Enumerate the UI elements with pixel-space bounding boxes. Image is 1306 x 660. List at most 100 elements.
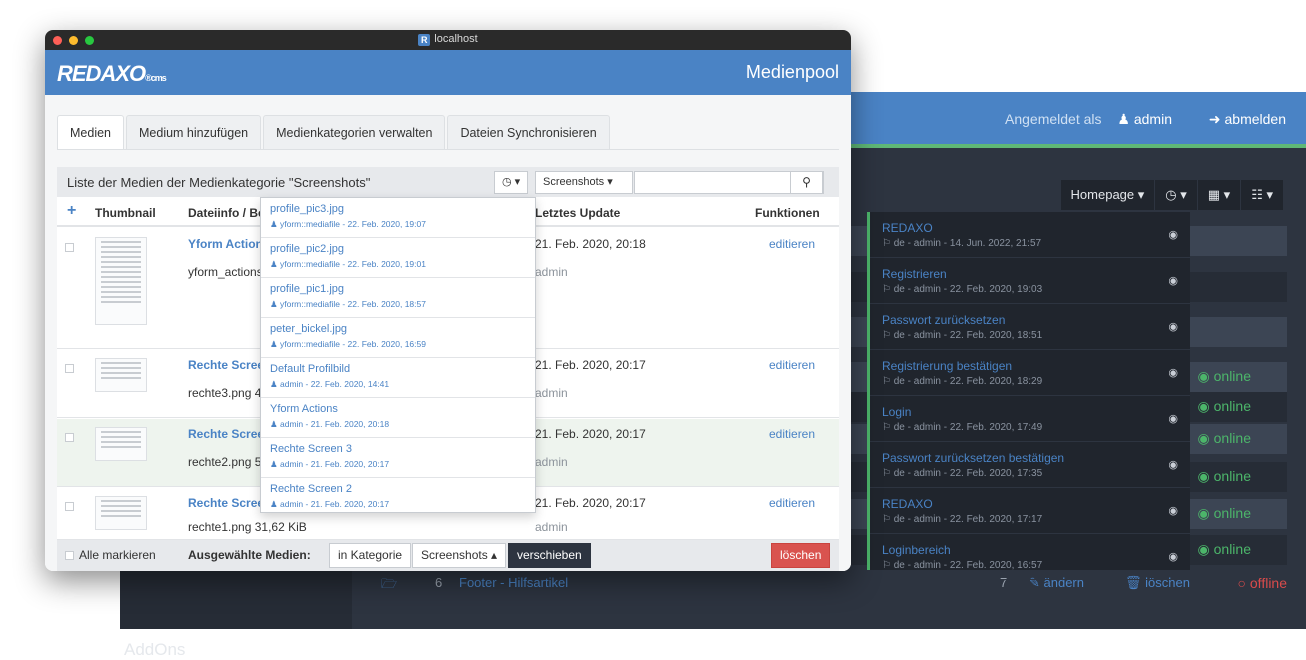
dropdown-item[interactable]: peter_bickel.jpg ♟ yform::mediafile - 22.… <box>261 318 535 358</box>
dropdown-item-meta: ♟ admin - 21. Feb. 2020, 20:18 <box>270 419 390 429</box>
status-online[interactable]: ◉ online <box>1198 368 1251 385</box>
calendar-icon[interactable]: ☷ ▾ <box>1241 180 1284 210</box>
move-button[interactable]: verschieben <box>508 543 591 568</box>
dropdown-meta-text: yform::mediafile - 22. Feb. 2020, 19:07 <box>279 219 426 229</box>
history-item[interactable]: Registrierung bestätigen ⚐ de - admin - 2… <box>870 350 1190 396</box>
app-title: Medienpool <box>745 62 839 82</box>
history-item[interactable]: Login ⚐ de - admin - 22. Feb. 2020, 17:49… <box>870 396 1190 442</box>
updated-date: 21. Feb. 2020, 20:17 <box>535 496 646 510</box>
history-meta: ⚐ de - admin - 22. Feb. 2020, 16:57 <box>882 560 1043 571</box>
homepage-dropdown[interactable]: Homepage ▾ <box>1060 180 1156 210</box>
logout-link[interactable]: ➜ abmelden <box>1209 111 1286 128</box>
select-all-checkbox[interactable] <box>65 551 74 560</box>
add-media-icon[interactable]: + <box>67 202 76 220</box>
history-item[interactable]: Passwort zurücksetzen bestätigen ⚐ de - a… <box>870 442 1190 488</box>
clock-icon[interactable]: ◷ ▾ <box>1155 180 1198 210</box>
select-all-label[interactable]: Alle markieren <box>79 548 156 562</box>
dropdown-item-meta: ♟ yform::mediafile - 22. Feb. 2020, 19:0… <box>270 259 426 269</box>
status-online[interactable]: ◉ online <box>1198 541 1251 558</box>
history-dropdown-button[interactable]: ◷ ▾ <box>494 171 529 194</box>
history-title: Passwort zurücksetzen <box>882 313 1006 327</box>
history-title: Registrierung bestätigen <box>882 359 1013 373</box>
eye-icon[interactable]: ◉ <box>1168 504 1178 517</box>
dropdown-item-meta: ♟ yform::mediafile - 22. Feb. 2020, 19:0… <box>270 219 426 229</box>
row-checkbox[interactable] <box>65 364 74 373</box>
dropdown-item[interactable]: profile_pic3.jpg ♟ yform::mediafile - 22.… <box>261 198 535 238</box>
logo-text: REDAXO <box>57 61 146 86</box>
tab-add-media[interactable]: Medium hinzufügen <box>126 115 262 149</box>
tab-media[interactable]: Medien <box>57 115 124 149</box>
status-offline[interactable]: ○ offline <box>1238 575 1287 591</box>
edit-link[interactable]: editieren <box>769 237 815 251</box>
status-online[interactable]: ◉ online <box>1198 468 1251 485</box>
dropdown-item[interactable]: Rechte Screen 3 ♟ admin - 21. Feb. 2020, … <box>261 438 535 478</box>
eye-icon[interactable]: ◉ <box>1168 550 1178 563</box>
edit-link[interactable]: editieren <box>769 496 815 510</box>
target-category-select[interactable]: Screenshots ▴ <box>412 543 507 568</box>
logout-label: abmelden <box>1224 111 1287 127</box>
grid-icon[interactable]: ▦ ▾ <box>1197 180 1242 210</box>
dropdown-item[interactable]: Rechte Screen 2 ♟ admin - 21. Feb. 2020, … <box>261 478 535 512</box>
category-select-value: Screenshots <box>543 176 605 188</box>
status-label: online <box>1213 398 1251 414</box>
thumbnail-image[interactable] <box>95 358 147 392</box>
dropdown-meta-text: admin - 21. Feb. 2020, 20:17 <box>279 499 390 509</box>
eye-icon[interactable]: ◉ <box>1168 228 1178 241</box>
dropdown-item[interactable]: Default Profilbild ♟ admin - 22. Feb. 202… <box>261 358 535 398</box>
dropdown-meta-text: admin - 21. Feb. 2020, 20:17 <box>279 459 390 469</box>
history-meta: ⚐ de - admin - 22. Feb. 2020, 17:49 <box>882 422 1043 433</box>
history-item[interactable]: Registrieren ⚐ de - admin - 22. Feb. 2020… <box>870 258 1190 304</box>
eye-icon[interactable]: ◉ <box>1168 274 1178 287</box>
col-functions: Funktionen <box>755 206 820 220</box>
dropdown-item[interactable]: Yform Actions ♟ admin - 21. Feb. 2020, 20… <box>261 398 535 438</box>
thumbnail-image[interactable] <box>95 427 147 461</box>
status-online[interactable]: ◉ online <box>1198 505 1251 522</box>
eye-icon[interactable]: ◉ <box>1168 458 1178 471</box>
dropdown-item-meta: ♟ yform::mediafile - 22. Feb. 2020, 16:5… <box>270 339 426 349</box>
file-title[interactable]: Rechte Scree <box>188 496 264 510</box>
eye-icon[interactable]: ◉ <box>1168 320 1178 333</box>
eye-icon[interactable]: ◉ <box>1168 412 1178 425</box>
delete-button[interactable]: löschen <box>771 543 831 568</box>
window-titlebar: Rlocalhost <box>45 30 851 50</box>
history-item[interactable]: Passwort zurücksetzen ⚐ de - admin - 22. … <box>870 304 1190 350</box>
row-checkbox[interactable] <box>65 243 74 252</box>
tab-manage-categories[interactable]: Medienkategorien verwalten <box>263 115 446 149</box>
history-item[interactable]: REDAXO ⚐ de - admin - 22. Feb. 2020, 17:1… <box>870 488 1190 534</box>
updated-date: 21. Feb. 2020, 20:18 <box>535 237 646 251</box>
history-item[interactable]: REDAXO ⚐ de - admin - 14. Jun. 2022, 21:5… <box>870 212 1190 258</box>
category-select[interactable]: Screenshots ▾ <box>535 171 633 194</box>
history-meta-text: de - admin - 22. Feb. 2020, 16:57 <box>893 560 1043 571</box>
search-input[interactable]: ⚲ <box>634 171 824 194</box>
status-online[interactable]: ◉ online <box>1198 430 1251 447</box>
thumbnail-image[interactable] <box>95 496 147 530</box>
eye-icon[interactable]: ◉ <box>1168 366 1178 379</box>
thumbnail-image[interactable] <box>95 237 147 325</box>
dropdown-meta-text: yform::mediafile - 22. Feb. 2020, 16:59 <box>279 339 426 349</box>
history-dropdown: REDAXO ⚐ de - admin - 14. Jun. 2022, 21:5… <box>867 212 1190 580</box>
status-online[interactable]: ◉ online <box>1198 398 1251 415</box>
dropdown-item-name: Rechte Screen 3 <box>270 443 352 455</box>
search-icon[interactable]: ⚲ <box>790 171 823 194</box>
col-fileinfo: Dateiinfo / Be <box>188 206 265 220</box>
file-title[interactable]: Yform Action <box>188 237 263 251</box>
dropdown-meta-text: admin - 22. Feb. 2020, 14:41 <box>279 379 390 389</box>
history-meta: ⚐ de - admin - 22. Feb. 2020, 18:51 <box>882 330 1043 341</box>
edit-link[interactable]: editieren <box>769 427 815 441</box>
history-item[interactable]: Loginbereich ⚐ de - admin - 22. Feb. 2020… <box>870 534 1190 580</box>
user-link[interactable]: ♟ admin <box>1117 111 1172 127</box>
panel-footer: Alle markieren Ausgewählte Medien: in Ka… <box>57 540 839 571</box>
sidebar-item-addons[interactable]: AddOns <box>124 640 185 660</box>
file-name: rechte2.png 5 <box>188 455 262 469</box>
dropdown-item[interactable]: profile_pic1.jpg ♟ yform::mediafile - 22.… <box>261 278 535 318</box>
file-title[interactable]: Rechte Scree <box>188 427 264 441</box>
dropdown-item[interactable]: profile_pic2.jpg ♟ yform::mediafile - 22.… <box>261 238 535 278</box>
category-link[interactable]: Footer - Hilfsartikel <box>459 575 568 590</box>
file-title[interactable]: Rechte Scree <box>188 358 264 372</box>
dropdown-item-meta: ♟ admin - 21. Feb. 2020, 20:17 <box>270 459 390 469</box>
row-checkbox[interactable] <box>65 502 74 511</box>
tab-sync-files[interactable]: Dateien Synchronisieren <box>447 115 610 149</box>
file-name: rechte3.png 4 <box>188 386 262 400</box>
row-checkbox[interactable] <box>65 433 74 442</box>
edit-link[interactable]: editieren <box>769 358 815 372</box>
